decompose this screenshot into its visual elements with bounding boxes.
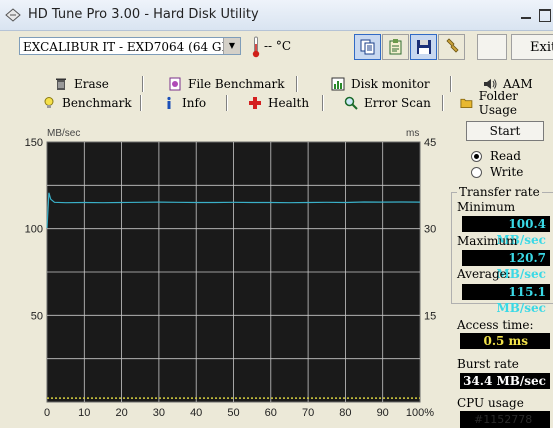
save-button[interactable] bbox=[410, 34, 437, 60]
tab-benchmark[interactable]: Benchmark bbox=[42, 93, 132, 113]
app-icon bbox=[5, 8, 21, 22]
minimum-label: Minimum bbox=[457, 200, 516, 214]
y-axis-left-unit: MB/sec bbox=[47, 128, 80, 139]
tab-label: File Benchmark bbox=[188, 77, 285, 91]
burst-rate-value: 34.4 MB/sec bbox=[460, 373, 550, 389]
drive-select[interactable]: EXCALIBUR IT - EXD7064 (64 GB) ▼ bbox=[19, 37, 241, 55]
x-tick: 80 bbox=[339, 407, 351, 419]
cpu-usage-label: CPU usage bbox=[457, 396, 524, 410]
radio-dot-selected[interactable] bbox=[471, 150, 482, 162]
tab-divider bbox=[226, 95, 228, 111]
y-tick-right: 30 bbox=[424, 224, 436, 236]
tab-info[interactable]: Info bbox=[162, 93, 206, 113]
x-tick: 100% bbox=[406, 407, 434, 419]
lightbulb-icon bbox=[44, 97, 54, 108]
file-benchmark-icon bbox=[169, 77, 181, 91]
benchmark-chart: MB/sec ms150100504530150 10 20 30 40 50 60 70 80 9… bbox=[25, 128, 437, 419]
tab-health[interactable]: Health bbox=[248, 93, 309, 113]
thermometer-icon bbox=[252, 36, 260, 58]
write-radio[interactable]: Write bbox=[471, 165, 523, 179]
copy-screenshot-button[interactable] bbox=[382, 34, 409, 60]
watermark-text: #1152778 bbox=[474, 413, 533, 426]
tab-label: Info bbox=[182, 96, 207, 110]
tab-label: Benchmark bbox=[62, 96, 132, 110]
write-label: Write bbox=[490, 165, 524, 179]
y-tick-left: 150 bbox=[25, 137, 43, 149]
x-tick: 20 bbox=[115, 407, 127, 419]
access-time-value: 0.5 ms bbox=[460, 333, 550, 349]
tab-label: Error Scan bbox=[364, 96, 431, 110]
tab-file-benchmark[interactable]: File Benchmark bbox=[168, 74, 285, 94]
maximize-button[interactable] bbox=[539, 9, 551, 22]
tab-divider bbox=[142, 76, 144, 92]
exit-button[interactable]: Exit bbox=[511, 34, 553, 60]
read-label: Read bbox=[490, 149, 521, 163]
toolbar: EXCALIBUR IT - EXD7064 (64 GB) ▼ -- °C E… bbox=[0, 31, 553, 67]
chevron-down-icon[interactable]: ▼ bbox=[223, 38, 240, 54]
tab-row-top: Erase File Benchmark Disk monitor AAM bbox=[42, 74, 553, 94]
tab-label: Health bbox=[268, 96, 310, 110]
magnifier-icon bbox=[344, 96, 358, 110]
x-tick: 10 bbox=[78, 407, 90, 419]
tab-label: Folder Usage bbox=[478, 89, 519, 117]
y-tick-right: 15 bbox=[424, 310, 436, 322]
wrench-icon bbox=[445, 38, 459, 53]
disk-monitor-icon bbox=[331, 77, 345, 91]
start-button[interactable]: Start bbox=[466, 121, 544, 141]
info-icon bbox=[167, 96, 171, 109]
tab-row-bottom: Benchmark Info Health Error Scan Folder … bbox=[42, 89, 553, 117]
tab-divider bbox=[140, 95, 142, 111]
y-tick-left: 50 bbox=[31, 310, 43, 322]
window-title: HD Tune Pro 3.00 - Hard Disk Utility bbox=[28, 7, 259, 22]
x-tick: 50 bbox=[227, 407, 239, 419]
health-cross-icon bbox=[249, 97, 261, 109]
tab-disk-monitor[interactable]: Disk monitor bbox=[331, 74, 430, 94]
average-value: 115.1 MB/sec bbox=[462, 284, 550, 315]
drive-select-value: EXCALIBUR IT - EXD7064 (64 GB) bbox=[23, 40, 235, 54]
read-radio[interactable]: Read bbox=[471, 149, 521, 163]
maximum-label: Maximum bbox=[457, 234, 518, 248]
copy-icon bbox=[360, 39, 374, 55]
y-axis-right-unit: ms bbox=[406, 128, 419, 139]
burst-rate-label: Burst rate bbox=[457, 357, 519, 371]
tab-divider bbox=[296, 76, 298, 92]
copy-text-button[interactable] bbox=[354, 34, 381, 60]
transfer-rate-legend: Transfer rate bbox=[457, 185, 542, 199]
tab-divider bbox=[450, 76, 452, 92]
floppy-disk-icon bbox=[416, 40, 431, 54]
tab-label: Erase bbox=[74, 77, 109, 91]
maximum-value: 120.7 MB/sec bbox=[462, 250, 550, 281]
blank-toolbar-button[interactable] bbox=[477, 34, 507, 60]
trash-icon bbox=[56, 78, 66, 90]
tab-erase[interactable]: Erase bbox=[54, 74, 109, 94]
options-button[interactable] bbox=[438, 34, 465, 60]
x-tick: 70 bbox=[302, 407, 314, 419]
clipboard-icon bbox=[389, 39, 401, 55]
x-tick: 60 bbox=[265, 407, 277, 419]
tab-divider bbox=[322, 95, 324, 111]
radio-dot[interactable] bbox=[471, 166, 482, 178]
access-time-label: Access time: bbox=[457, 318, 534, 332]
folder-icon bbox=[460, 98, 473, 109]
average-label: Average: bbox=[457, 267, 511, 281]
x-tick: 90 bbox=[377, 407, 389, 419]
y-tick-left: 100 bbox=[25, 224, 43, 236]
tab-label: Disk monitor bbox=[351, 77, 430, 91]
tab-folder-usage[interactable]: Folder Usage bbox=[460, 89, 553, 117]
x-tick: 30 bbox=[153, 407, 165, 419]
minimize-button[interactable] bbox=[520, 9, 534, 20]
title-bar: HD Tune Pro 3.00 - Hard Disk Utility bbox=[0, 0, 553, 31]
minimum-value: 100.4 MB/sec bbox=[462, 216, 550, 247]
x-tick: 0 bbox=[44, 407, 50, 419]
x-tick: 40 bbox=[190, 407, 202, 419]
y-tick-right: 45 bbox=[424, 137, 436, 149]
tab-divider bbox=[442, 95, 444, 111]
temperature-value: -- °C bbox=[264, 39, 292, 53]
tab-error-scan[interactable]: Error Scan bbox=[344, 93, 431, 113]
